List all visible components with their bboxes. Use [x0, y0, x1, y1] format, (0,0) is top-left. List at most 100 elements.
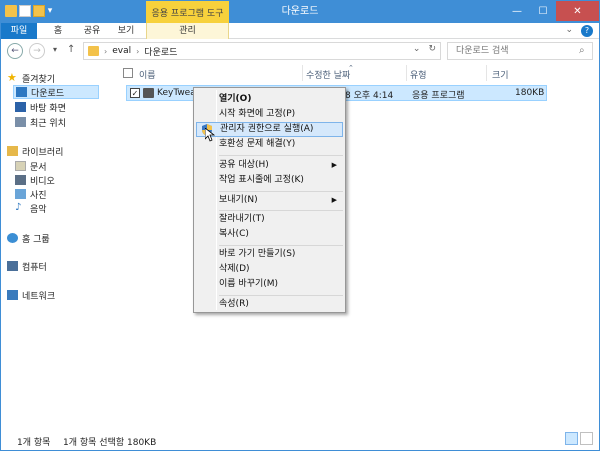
ribbon-controls: ⌄ ?	[565, 25, 593, 37]
nav-computer[interactable]: 컴퓨터	[7, 259, 47, 273]
file-modified: 8 오후 4:14	[345, 91, 394, 101]
up-button[interactable]: ↑	[67, 44, 75, 55]
recent-locations-icon[interactable]: ▾	[53, 45, 57, 54]
navigation-bar: ← → ▾ ↑ › eval › 다운로드 ⌄ ↻ ⌕	[1, 39, 599, 63]
large-icons-view-icon[interactable]	[580, 432, 593, 445]
row-checkbox[interactable]: ✓	[130, 88, 140, 98]
column-modified[interactable]: 수정한 날짜	[306, 68, 350, 81]
downloads-icon	[16, 87, 27, 97]
nav-network[interactable]: 네트워크	[7, 288, 55, 302]
sort-chevron-icon: ⌃	[348, 64, 354, 72]
menu-item-open[interactable]: 열기(O)	[196, 92, 343, 107]
tab-share[interactable]: 공유	[77, 23, 107, 39]
nav-libraries[interactable]: 라이브러리	[7, 144, 63, 158]
refresh-icon[interactable]: ↻	[428, 44, 436, 54]
menu-item-properties[interactable]: 속성(R)	[196, 297, 343, 312]
column-type[interactable]: 유형	[410, 68, 427, 81]
tab-home[interactable]: 홈	[45, 23, 71, 39]
nav-label: 컴퓨터	[22, 262, 47, 273]
menu-item-delete[interactable]: 삭제(D)	[196, 262, 343, 277]
column-header: 이름 수정한 날짜 ⌃ 유형 크기	[116, 64, 596, 81]
menu-item-troubleshoot[interactable]: 호환성 문제 해결(Y)	[196, 137, 343, 152]
back-button[interactable]: ←	[7, 43, 23, 59]
recent-places-icon	[15, 117, 26, 127]
menu-item-label: 공유 대상(H)	[219, 160, 269, 170]
application-icon	[143, 88, 154, 98]
column-divider[interactable]	[486, 65, 487, 81]
nav-label: 음악	[30, 204, 47, 215]
nav-downloads[interactable]: 다운로드	[13, 85, 99, 99]
window-controls: — ☐ ✕	[504, 1, 599, 21]
tab-file[interactable]: 파일	[1, 23, 37, 39]
breadcrumb-downloads[interactable]: 다운로드	[144, 45, 177, 58]
nav-music[interactable]: ♪ 음악	[15, 201, 47, 215]
file-type: 응용 프로그램	[412, 91, 465, 101]
qat-dropdown-icon[interactable]: ▾	[47, 5, 53, 17]
chevron-right-icon: ›	[136, 46, 140, 56]
menu-item-cut[interactable]: 잘라내기(T)	[196, 212, 343, 227]
libraries-icon	[7, 146, 18, 156]
column-divider[interactable]	[406, 65, 407, 81]
folder-icon	[88, 46, 99, 56]
menu-item-send-to[interactable]: 보내기(N) ▶	[196, 193, 343, 208]
help-icon[interactable]: ?	[581, 25, 593, 37]
nav-documents[interactable]: 문서	[15, 159, 47, 173]
nav-homegroup[interactable]: 홈 그룹	[7, 231, 50, 245]
menu-item-copy[interactable]: 복사(C)	[196, 227, 343, 242]
homegroup-icon	[7, 233, 18, 243]
star-icon: ★	[7, 71, 17, 84]
chevron-right-icon: ›	[104, 46, 108, 56]
nav-label: 비디오	[30, 176, 55, 187]
nav-label: 문서	[30, 162, 47, 173]
nav-label: 라이브러리	[22, 147, 64, 158]
maximize-button[interactable]: ☐	[530, 1, 556, 21]
menu-item-share-with[interactable]: 공유 대상(H) ▶	[196, 158, 343, 173]
menu-separator	[219, 191, 343, 192]
minimize-button[interactable]: —	[504, 1, 530, 21]
explorer-window: ▾ 다운로드 응용 프로그램 도구 — ☐ ✕ 파일 홈 공유 보기 관리 ⌄ …	[0, 0, 600, 451]
forward-button[interactable]: →	[29, 43, 45, 59]
status-item-count: 1개 항목	[17, 438, 51, 448]
menu-item-pin-taskbar[interactable]: 작업 표시줄에 고정(K)	[196, 173, 343, 188]
breadcrumb-eval[interactable]: eval	[112, 46, 131, 56]
column-name[interactable]: 이름	[139, 68, 156, 81]
quick-access-toolbar: ▾	[5, 5, 53, 17]
column-size[interactable]: 크기	[492, 68, 509, 81]
menu-separator	[219, 245, 343, 246]
search-icon[interactable]: ⌕	[579, 45, 585, 56]
nav-videos[interactable]: 비디오	[15, 173, 55, 187]
nav-favorites[interactable]: ★ 즐겨찾기	[7, 71, 55, 85]
new-folder-icon[interactable]	[33, 5, 45, 17]
network-icon	[7, 290, 18, 300]
menu-item-label: 관리자 권한으로 실행(A)	[220, 124, 314, 134]
search-input[interactable]	[447, 42, 593, 60]
expand-ribbon-icon[interactable]: ⌄	[565, 25, 573, 37]
menu-item-create-shortcut[interactable]: 바로 가기 만들기(S)	[196, 247, 343, 262]
details-view-icon[interactable]	[565, 432, 578, 445]
menu-item-rename[interactable]: 이름 바꾸기(M)	[196, 277, 343, 292]
tab-manage[interactable]: 관리	[146, 23, 229, 39]
address-bar[interactable]: › eval › 다운로드 ⌄ ↻	[83, 42, 441, 60]
menu-separator	[219, 210, 343, 211]
menu-item-run-as-admin[interactable]: 관리자 권한으로 실행(A)	[196, 122, 343, 137]
select-all-checkbox[interactable]	[123, 68, 133, 78]
view-buttons	[565, 432, 593, 445]
nav-label: 홈 그룹	[22, 234, 50, 245]
nav-label: 즐겨찾기	[22, 74, 56, 85]
folder-icon[interactable]	[5, 5, 17, 17]
properties-icon[interactable]	[19, 5, 31, 17]
file-size: 180KB	[515, 88, 545, 98]
close-button[interactable]: ✕	[556, 1, 599, 21]
menu-item-pin-start[interactable]: 시작 화면에 고정(P)	[196, 107, 343, 122]
column-divider[interactable]	[302, 65, 303, 81]
navigation-pane: ★ 즐겨찾기 다운로드 바탕 화면 최근 위치 라이브러리 문서 비디오 사진 …	[1, 63, 111, 425]
nav-pictures[interactable]: 사진	[15, 187, 47, 201]
address-controls: ⌄ ↻	[413, 44, 436, 54]
address-dropdown-icon[interactable]: ⌄	[413, 44, 421, 54]
nav-recent[interactable]: 최근 위치	[15, 115, 66, 129]
nav-desktop[interactable]: 바탕 화면	[15, 100, 66, 114]
nav-label: 바탕 화면	[30, 103, 66, 114]
tab-view[interactable]: 보기	[113, 23, 139, 39]
context-tab-title: 응용 프로그램 도구	[146, 1, 229, 23]
nav-label: 최근 위치	[30, 118, 66, 129]
